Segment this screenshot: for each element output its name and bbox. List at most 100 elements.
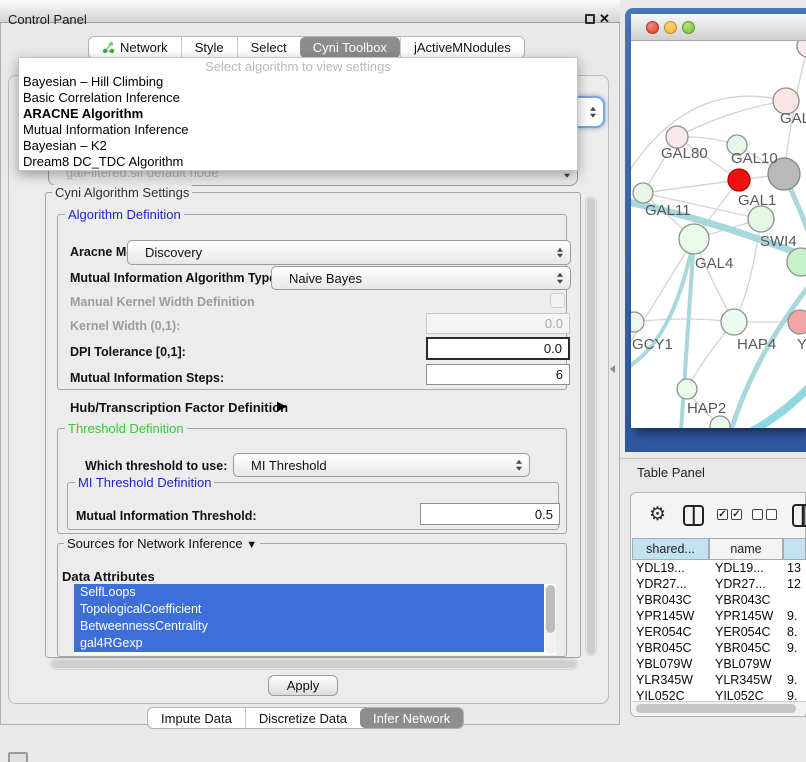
close-icon[interactable]: ✕ — [599, 11, 610, 27]
node-hap2[interactable] — [677, 379, 697, 399]
close-traffic-light[interactable] — [646, 21, 659, 34]
table-cell[interactable]: YLR345W — [636, 673, 693, 687]
select-all-checkbox-icon[interactable]: ✓ — [717, 509, 728, 520]
table-cell[interactable]: YBR043C — [715, 593, 771, 607]
list-item[interactable]: TopologicalCoefficient — [74, 601, 544, 618]
threshold-definition-title: Threshold Definition — [65, 421, 187, 436]
column-header-name[interactable]: name — [709, 538, 783, 560]
deselect-all-checkbox-icon[interactable] — [752, 509, 763, 520]
gear-icon[interactable]: ⚙ — [649, 505, 666, 525]
network-canvas[interactable]: GAL GAL80 GAL10 GAL11 GAL1 SWI4 GAL4 GCY… — [631, 41, 806, 428]
settings-hscrollbar[interactable] — [50, 658, 578, 670]
table-hscrollbar[interactable] — [633, 701, 806, 714]
table-cell[interactable]: YDL19... — [636, 561, 685, 575]
table-cell[interactable]: YPR145W — [636, 609, 694, 623]
tab-impute-data[interactable]: Impute Data — [148, 708, 245, 728]
tab-network[interactable]: Network — [89, 37, 181, 58]
mi-threshold-field[interactable]: 0.5 — [420, 503, 560, 525]
table-cell[interactable]: YDR27... — [636, 577, 687, 591]
tab-style[interactable]: Style — [181, 37, 237, 58]
table-cell[interactable]: YER054C — [636, 625, 692, 639]
table-cell[interactable]: 9. — [787, 641, 797, 655]
node-red[interactable] — [728, 169, 750, 191]
screen: Control Panel ✕ Network Style Select Cyn… — [0, 0, 806, 762]
which-threshold-combobox[interactable]: MI Threshold — [233, 453, 530, 477]
which-threshold-value: MI Threshold — [251, 458, 327, 473]
attributes-scrollbar-thumb[interactable] — [546, 585, 555, 633]
dropdown-item-selected[interactable]: ARACNE Algorithm — [19, 106, 577, 122]
mi-type-combobox[interactable]: Naive Bayes — [271, 266, 571, 290]
node-salmon[interactable] — [788, 310, 806, 334]
dropdown-item[interactable]: Basic Correlation Inference — [19, 90, 577, 106]
attributes-scrollbar[interactable] — [545, 585, 556, 654]
node-gal1[interactable] — [748, 206, 774, 232]
which-threshold-label: Which threshold to use: — [85, 459, 227, 473]
table-cell[interactable]: YBL079W — [636, 657, 692, 671]
manual-kernel-checkbox[interactable] — [550, 293, 565, 308]
table-cell[interactable]: YDL19... — [715, 561, 764, 575]
dropdown-item[interactable]: Bayesian – Hill Climbing — [19, 74, 577, 90]
table-cell[interactable]: YIL052C — [715, 689, 764, 701]
table-cell[interactable]: YPR145W — [715, 609, 773, 623]
table-cell[interactable]: YDR27... — [715, 577, 766, 591]
settings-hscrollbar-thumb[interactable] — [52, 660, 576, 668]
table-cell[interactable]: YBR045C — [715, 641, 771, 655]
column-header-partial[interactable] — [783, 538, 806, 560]
settings-scrollbar-thumb[interactable] — [587, 198, 595, 654]
node-bottom-partial[interactable] — [710, 416, 730, 428]
apply-button[interactable]: Apply — [268, 675, 338, 696]
list-item[interactable]: gal4RGexp — [74, 635, 544, 652]
tab-cyni-toolbox[interactable]: Cyni Toolbox — [300, 37, 400, 58]
table-cell[interactable]: YBR043C — [636, 593, 692, 607]
mi-steps-value: 6 — [556, 367, 563, 382]
node-gcy1[interactable] — [631, 312, 644, 332]
table-cell[interactable]: YBL079W — [715, 657, 771, 671]
tab-discretize-data[interactable]: Discretize Data — [245, 708, 360, 728]
partial-icon[interactable] — [8, 752, 28, 762]
table-cell[interactable]: 8. — [787, 625, 797, 639]
table-cell[interactable]: 9. — [787, 689, 797, 701]
node-label: GAL4 — [695, 255, 733, 272]
minimize-traffic-light[interactable] — [664, 21, 677, 34]
zoom-traffic-light[interactable] — [682, 21, 695, 34]
table-cell[interactable]: 9. — [787, 609, 797, 623]
kernel-width-field[interactable]: 0.0 — [426, 313, 570, 334]
list-item[interactable]: BetweennessCentrality — [74, 618, 544, 635]
table-cell[interactable]: YBR045C — [636, 641, 692, 655]
dropdown-item[interactable]: Mutual Information Inference — [19, 122, 577, 138]
table-cell[interactable]: YIL052C — [636, 689, 685, 701]
aracne-mode-combobox[interactable]: Discovery — [127, 240, 571, 265]
table-cell[interactable]: 13 — [787, 561, 801, 575]
settings-scrollbar[interactable] — [585, 196, 597, 656]
panel-splitter-handle[interactable] — [610, 365, 615, 373]
apply-button-label: Apply — [287, 678, 320, 693]
arrow-right-icon[interactable]: ▶ — [277, 398, 287, 414]
sources-group-title[interactable]: Sources for Network Inference ▼ — [64, 536, 260, 551]
dropdown-item[interactable]: Dream8 DC_TDC Algorithm — [19, 154, 577, 170]
hub-definition-toggle[interactable]: Hub/Transcription Factor Definition — [70, 400, 288, 415]
columns-icon[interactable] — [683, 505, 704, 526]
float-window-icon[interactable] — [585, 14, 595, 24]
mi-steps-field[interactable]: 6 — [426, 364, 570, 385]
tab-select[interactable]: Select — [237, 37, 300, 58]
dropdown-item[interactable]: Bayesian – K2 — [19, 138, 577, 154]
table-cell[interactable]: YLR345W — [715, 673, 772, 687]
algorithm-combobox-fragment[interactable] — [577, 96, 605, 128]
dpi-tolerance-field[interactable]: 0.0 — [426, 337, 570, 360]
table-hscrollbar-thumb[interactable] — [636, 704, 796, 713]
table-cell[interactable]: 12 — [787, 577, 801, 591]
table-cell[interactable]: YER054C — [715, 625, 771, 639]
tab-jactivemnodules[interactable]: jActiveMNodules — [400, 37, 524, 58]
node-hap4[interactable] — [721, 309, 747, 335]
list-item[interactable]: SelfLoops — [74, 584, 544, 601]
column-header-shared[interactable]: shared... — [632, 538, 709, 560]
deselect-all-checkbox-icon[interactable] — [766, 509, 777, 520]
node-gal4[interactable] — [679, 224, 709, 254]
tab-infer-network[interactable]: Infer Network — [360, 708, 463, 728]
node[interactable] — [797, 41, 806, 57]
table-cell[interactable]: 9. — [787, 673, 797, 687]
partial-toolbar-icon[interactable] — [792, 504, 806, 527]
select-all-checkbox-icon[interactable]: ✓ — [731, 509, 742, 520]
node-gal11[interactable] — [633, 183, 653, 203]
tab-style-label: Style — [195, 40, 224, 55]
